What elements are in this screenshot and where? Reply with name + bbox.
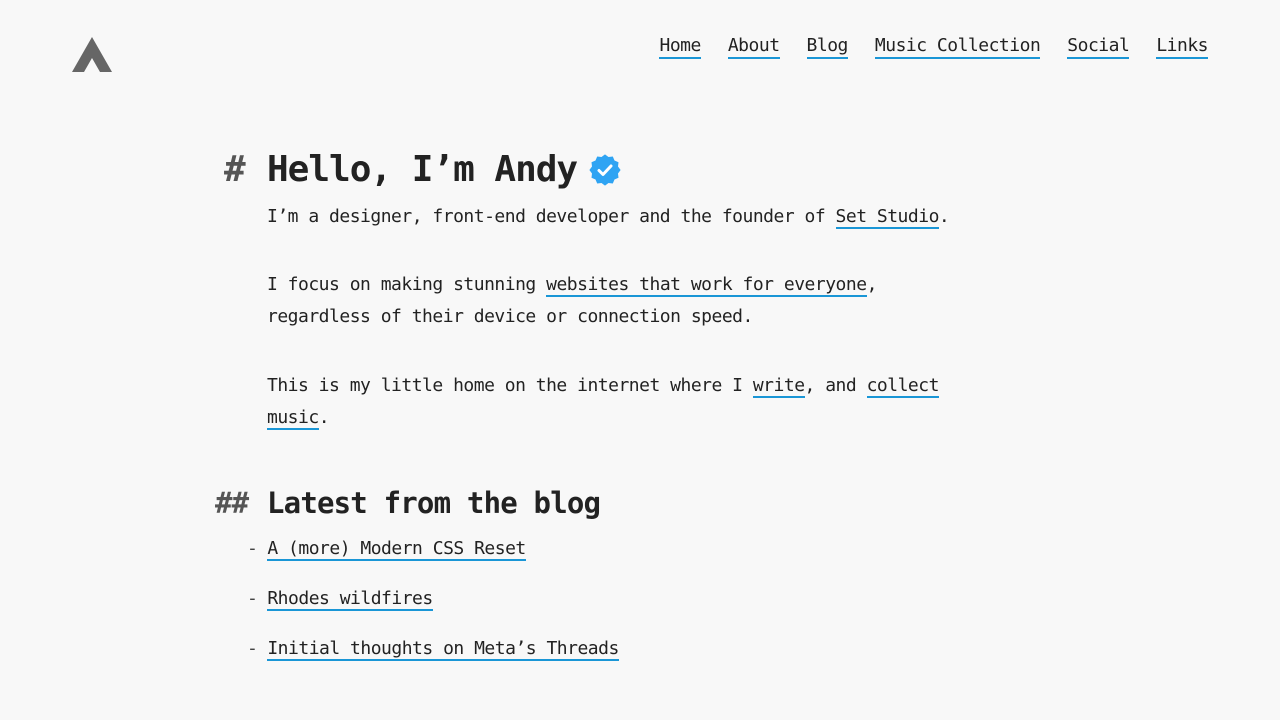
main-content: # Hello, I’m Andy I’m a designer, front-… — [215, 140, 987, 683]
nav-social[interactable]: Social — [1067, 35, 1130, 59]
nav-music-collection[interactable]: Music Collection — [874, 35, 1041, 59]
blog-post-link[interactable]: Initial thoughts on Meta’s Threads — [267, 638, 619, 661]
bullet: - — [247, 538, 258, 559]
blog-heading: ## Latest from the blog — [215, 483, 987, 523]
bullet: - — [247, 588, 258, 609]
main-nav: Home About Blog Music Collection Social … — [659, 35, 1208, 59]
verified-badge-icon — [589, 154, 621, 186]
page-title: # Hello, I’m Andy — [224, 140, 987, 200]
websites-link[interactable]: websites that work for everyone — [546, 274, 867, 297]
nav-links[interactable]: Links — [1156, 35, 1208, 59]
blog-heading-text: Latest from the blog — [267, 486, 601, 520]
page-title-text: Hello, I’m Andy — [267, 149, 578, 190]
blog-post-link[interactable]: A (more) Modern CSS Reset — [267, 538, 526, 561]
text: This is my little home on the internet w… — [267, 375, 753, 396]
text: , and — [804, 375, 867, 396]
site-logo-icon[interactable] — [72, 37, 112, 72]
nav-home[interactable]: Home — [659, 35, 701, 59]
intro-paragraph-3: This is my little home on the internet w… — [267, 370, 987, 434]
nav-about[interactable]: About — [727, 35, 780, 59]
intro-paragraph-1: I’m a designer, front-end developer and … — [267, 201, 987, 233]
list-item: - Rhodes wildfires — [247, 583, 987, 615]
list-item: - Initial thoughts on Meta’s Threads — [247, 633, 987, 665]
bullet: - — [247, 638, 258, 659]
text: I focus on making stunning — [267, 274, 547, 295]
text: . — [318, 407, 330, 428]
heading-hash: # — [224, 149, 246, 190]
list-item: -A (more) Modern CSS Reset — [247, 533, 987, 565]
heading-hash: ## — [215, 486, 249, 520]
text: I’m a designer, front-end developer and … — [267, 206, 836, 227]
blog-post-list: -A (more) Modern CSS Reset - Rhodes wildf… — [247, 533, 987, 665]
set-studio-link[interactable]: Set Studio — [835, 206, 939, 229]
text: . — [938, 206, 950, 227]
intro-paragraph-2: I focus on making stunning websites that… — [267, 269, 987, 333]
nav-blog[interactable]: Blog — [806, 35, 848, 59]
write-link[interactable]: write — [752, 375, 805, 398]
blog-post-link[interactable]: Rhodes wildfires — [267, 588, 433, 611]
